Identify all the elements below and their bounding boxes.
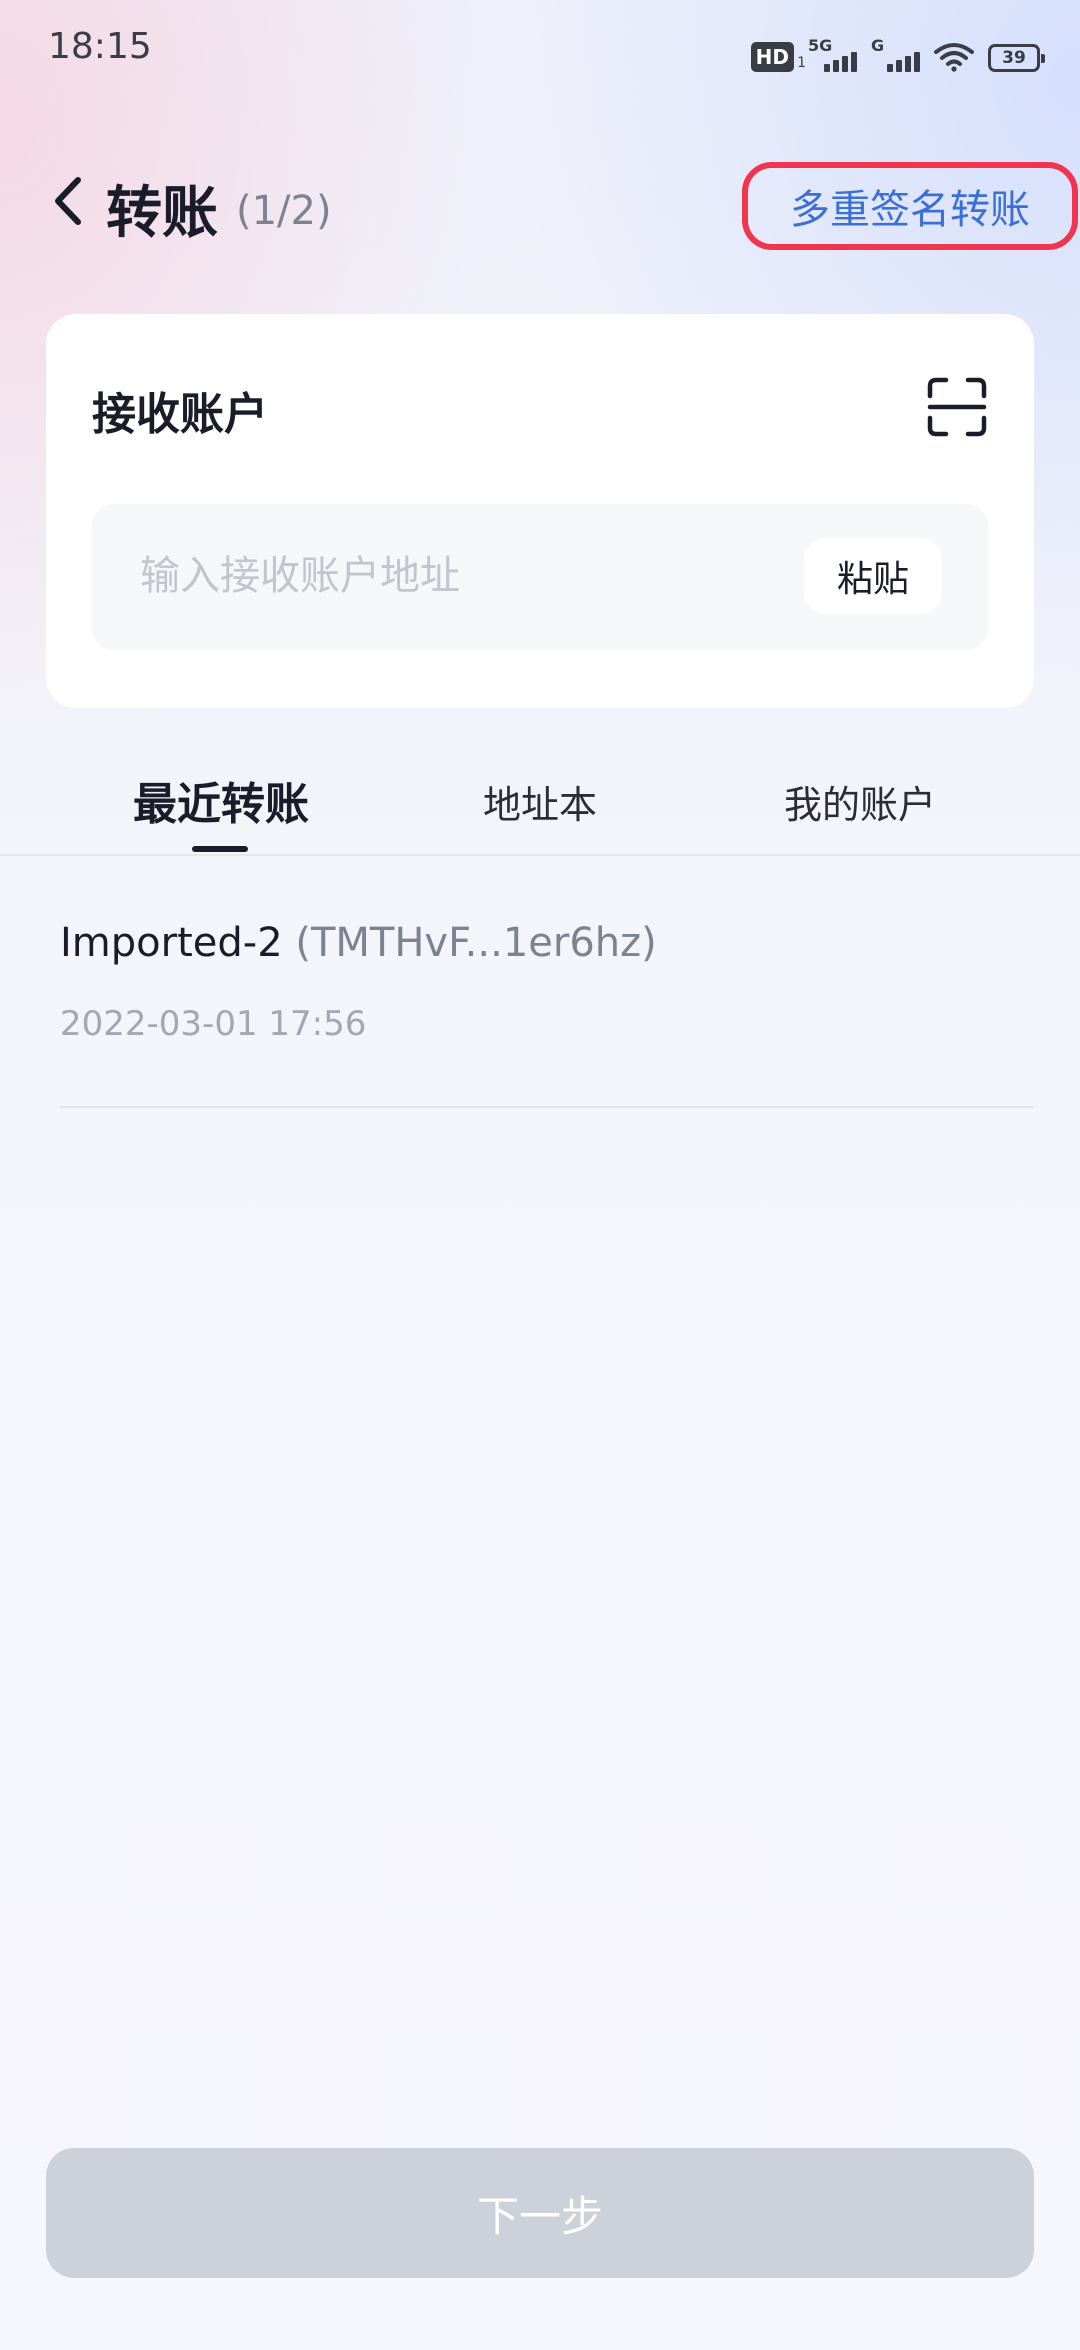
wifi-icon: [934, 43, 974, 72]
hd-icon: HD 1: [750, 42, 806, 72]
scan-icon[interactable]: [926, 376, 988, 438]
status-time: 18:15: [48, 26, 152, 67]
page-title: 转账: [106, 181, 218, 246]
recent-account-name: Imported-2 (TMTHvF...1er6hz): [60, 920, 657, 966]
paste-button[interactable]: 粘贴: [804, 538, 942, 614]
tab-address-book[interactable]: 地址本: [440, 774, 640, 834]
next-step-button[interactable]: 下一步: [46, 2148, 1034, 2278]
status-bar: 18:15 HD 1 5G G 39: [0, 0, 1080, 100]
multisig-transfer-button[interactable]: 多重签名转账: [742, 162, 1078, 250]
recent-transfer-time: 2022-03-01 17:56: [60, 1004, 367, 1044]
receive-address-input[interactable]: [140, 536, 780, 616]
recent-account-address: (TMTHvF...1er6hz): [295, 920, 657, 966]
header: 转账 (1/2) 多重签名转账: [0, 150, 1080, 260]
tab-recent-transfers[interactable]: 最近转账: [96, 768, 346, 830]
receive-account-card: 接收账户 粘贴: [46, 314, 1034, 708]
signal-5g-icon: 5G: [808, 36, 857, 72]
status-icons: HD 1 5G G 39: [750, 32, 1045, 72]
recipient-tabs: 最近转账 地址本 我的账户: [0, 740, 1080, 856]
list-item[interactable]: Imported-2 (TMTHvF...1er6hz) 2022-03-01 …: [60, 900, 1034, 1108]
tab-my-accounts[interactable]: 我的账户: [760, 774, 960, 834]
battery-icon: 39: [988, 44, 1045, 72]
tab-indicator: [192, 846, 248, 852]
address-input-box: 粘贴: [92, 504, 988, 650]
page-step: (1/2): [236, 188, 332, 234]
back-button[interactable]: [40, 170, 96, 232]
receive-account-title: 接收账户: [92, 389, 268, 440]
signal-g-icon: G: [871, 36, 920, 72]
chevron-left-icon: [55, 177, 81, 225]
